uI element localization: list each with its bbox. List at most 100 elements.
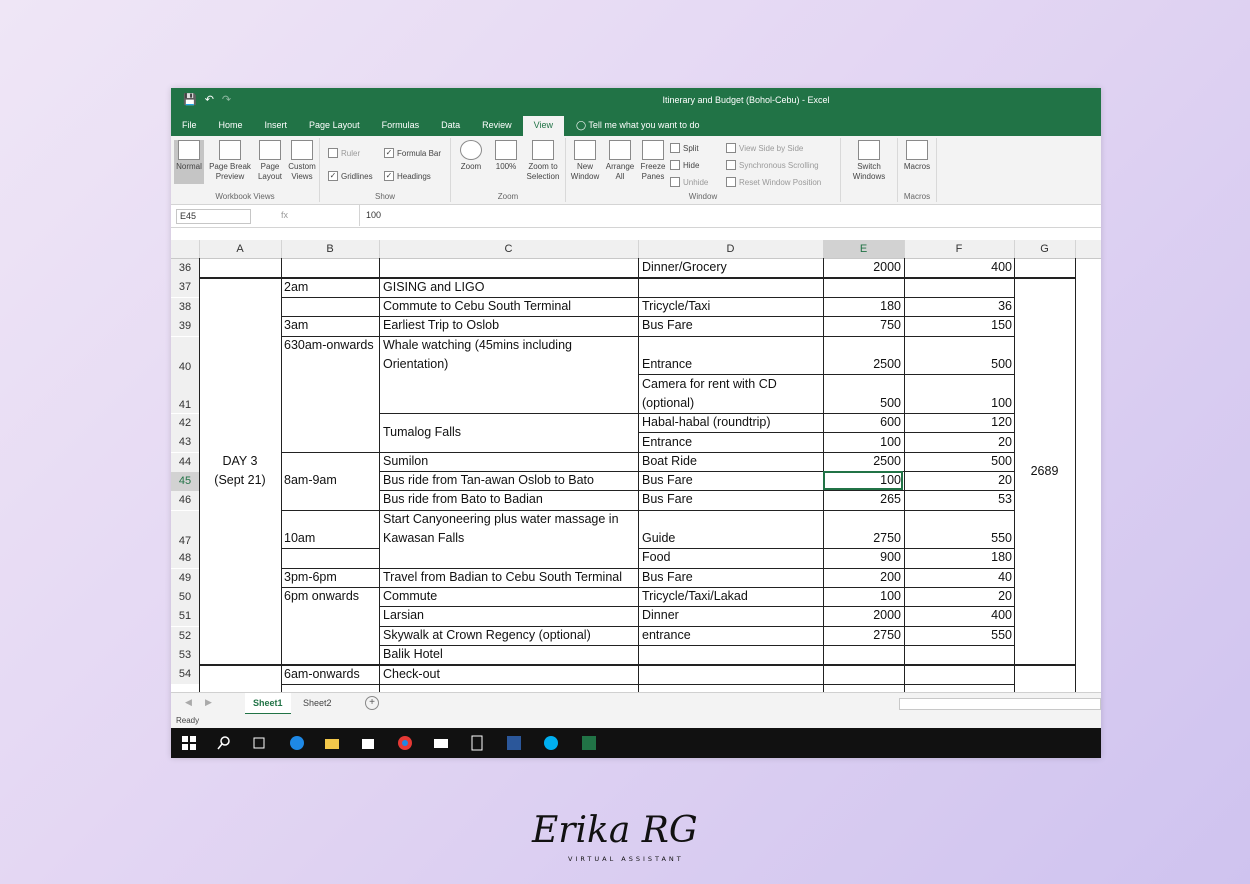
cell-b45[interactable]: 8am-9am [284, 471, 337, 491]
cell-d46[interactable]: Bus Fare [642, 490, 693, 510]
cell-c42[interactable]: Tumalog Falls [383, 423, 461, 443]
cell-e47[interactable]: 2750 [827, 529, 901, 549]
col-header-c[interactable]: C [379, 240, 639, 258]
cell-d41-line1[interactable]: Camera for rent with CD [642, 375, 777, 395]
reset-window-position-button[interactable]: Reset Window Position [726, 177, 821, 187]
cell-f38[interactable]: 36 [908, 297, 1012, 317]
search-icon[interactable] [216, 735, 232, 751]
row-header-48[interactable]: 48 [171, 549, 200, 568]
switch-windows-button[interactable]: Switch Windows [849, 140, 889, 182]
name-box[interactable]: E45 [176, 209, 251, 224]
cell-a44[interactable]: DAY 3 [199, 452, 281, 472]
row-header-46[interactable]: 46 [171, 491, 200, 510]
excel-taskbar-icon[interactable] [581, 735, 597, 751]
row-header-47[interactable]: 47 [171, 511, 200, 549]
row-header-44[interactable]: 44 [171, 453, 200, 472]
horizontal-scrollbar[interactable] [899, 698, 1101, 710]
cell-b47[interactable]: 10am [284, 529, 315, 549]
cell-d36[interactable]: Dinner/Grocery [642, 258, 727, 278]
cell-d45[interactable]: Bus Fare [642, 471, 693, 491]
cell-e50[interactable]: 100 [827, 587, 901, 607]
calculator-icon[interactable] [469, 735, 485, 751]
chrome-icon[interactable] [397, 735, 413, 751]
tab-review[interactable]: Review [471, 116, 523, 136]
cell-e43[interactable]: 100 [827, 433, 901, 453]
cell-b37[interactable]: 2am [284, 278, 308, 298]
cell-c44[interactable]: Sumilon [383, 452, 428, 472]
cell-b50[interactable]: 6pm onwards [284, 587, 359, 607]
sheet-tab-sheet1[interactable]: Sheet1 [245, 693, 291, 715]
cell-f36[interactable]: 400 [908, 258, 1012, 278]
cell-f41[interactable]: 100 [908, 394, 1012, 414]
cell-b39[interactable]: 3am [284, 316, 308, 336]
cell-d40[interactable]: Entrance [642, 355, 692, 375]
row-header-54[interactable]: 54 [171, 665, 200, 684]
cell-f40[interactable]: 500 [908, 355, 1012, 375]
cell-c40-line1[interactable]: Whale watching (45mins including [383, 336, 572, 356]
row-header-37[interactable]: 37 [171, 278, 200, 297]
col-header-g[interactable]: G [1014, 240, 1076, 258]
add-sheet-icon[interactable]: + [365, 696, 379, 710]
ruler-checkbox[interactable]: Ruler [328, 148, 360, 158]
cell-f42[interactable]: 120 [908, 413, 1012, 433]
tab-data[interactable]: Data [430, 116, 471, 136]
cell-a45[interactable]: (Sept 21) [199, 471, 281, 491]
row-header-52[interactable]: 52 [171, 627, 200, 646]
cell-d38[interactable]: Tricycle/Taxi [642, 297, 710, 317]
cell-f45[interactable]: 20 [908, 471, 1012, 491]
cell-e41[interactable]: 500 [827, 394, 901, 414]
cell-b54[interactable]: 6am-onwards [284, 665, 360, 685]
row-header-43[interactable]: 43 [171, 433, 200, 452]
cell-e48[interactable]: 900 [827, 548, 901, 568]
zoom-button[interactable]: Zoom [455, 140, 487, 172]
cell-g44-total[interactable]: 2689 [1014, 462, 1075, 482]
cell-f51[interactable]: 400 [908, 606, 1012, 626]
col-header-a[interactable]: A [199, 240, 282, 258]
cell-f47[interactable]: 550 [908, 529, 1012, 549]
edge-icon[interactable] [289, 735, 305, 751]
cell-f50[interactable]: 20 [908, 587, 1012, 607]
page-break-preview-button[interactable]: Page Break Preview [207, 140, 253, 182]
store-icon[interactable] [360, 735, 376, 751]
mail-icon[interactable] [433, 735, 449, 751]
cell-e49[interactable]: 200 [827, 568, 901, 588]
cell-b40[interactable]: 630am-onwards [284, 336, 374, 356]
scroll-right-icon[interactable]: ▶ [205, 697, 212, 708]
formula-input[interactable]: 100 [359, 205, 1101, 226]
split-button[interactable]: Split [670, 143, 699, 153]
skype-icon[interactable] [543, 735, 559, 751]
cell-d42[interactable]: Habal-habal (roundtrip) [642, 413, 771, 433]
cell-e40[interactable]: 2500 [827, 355, 901, 375]
cell-c51[interactable]: Larsian [383, 606, 424, 626]
page-layout-view-button[interactable]: Page Layout [255, 140, 285, 182]
file-explorer-icon[interactable] [324, 735, 340, 751]
row-header-53[interactable]: 53 [171, 646, 200, 665]
cell-d43[interactable]: Entrance [642, 433, 692, 453]
windows-start-icon[interactable] [181, 735, 197, 751]
tab-home[interactable]: Home [208, 116, 254, 136]
row-header-38[interactable]: 38 [171, 298, 200, 317]
cell-f52[interactable]: 550 [908, 626, 1012, 646]
cell-f49[interactable]: 40 [908, 568, 1012, 588]
arrange-all-button[interactable]: Arrange All [603, 140, 637, 182]
cell-c47-line1[interactable]: Start Canyoneering plus water massage in [383, 510, 619, 530]
cell-d47[interactable]: Guide [642, 529, 675, 549]
cell-c50[interactable]: Commute [383, 587, 437, 607]
zoom-100-button[interactable]: 100% [491, 140, 521, 172]
tab-insert[interactable]: Insert [254, 116, 299, 136]
tab-formulas[interactable]: Formulas [371, 116, 431, 136]
cell-f43[interactable]: 20 [908, 433, 1012, 453]
row-header-40[interactable]: 40 [171, 337, 200, 375]
row-header-51[interactable]: 51 [171, 607, 200, 626]
row-header-36[interactable]: 36 [171, 259, 200, 278]
cell-d51[interactable]: Dinner [642, 606, 679, 626]
macros-button[interactable]: Macros [900, 140, 934, 172]
row-header-50[interactable]: 50 [171, 588, 200, 607]
cell-f46[interactable]: 53 [908, 490, 1012, 510]
cell-d41-line2[interactable]: (optional) [642, 394, 694, 414]
cell-e42[interactable]: 600 [827, 413, 901, 433]
row-header-41[interactable]: 41 [171, 375, 200, 413]
custom-views-button[interactable]: Custom Views [286, 140, 318, 182]
cell-c45[interactable]: Bus ride from Tan-awan Oslob to Bato [383, 471, 594, 491]
cell-e51[interactable]: 2000 [827, 606, 901, 626]
